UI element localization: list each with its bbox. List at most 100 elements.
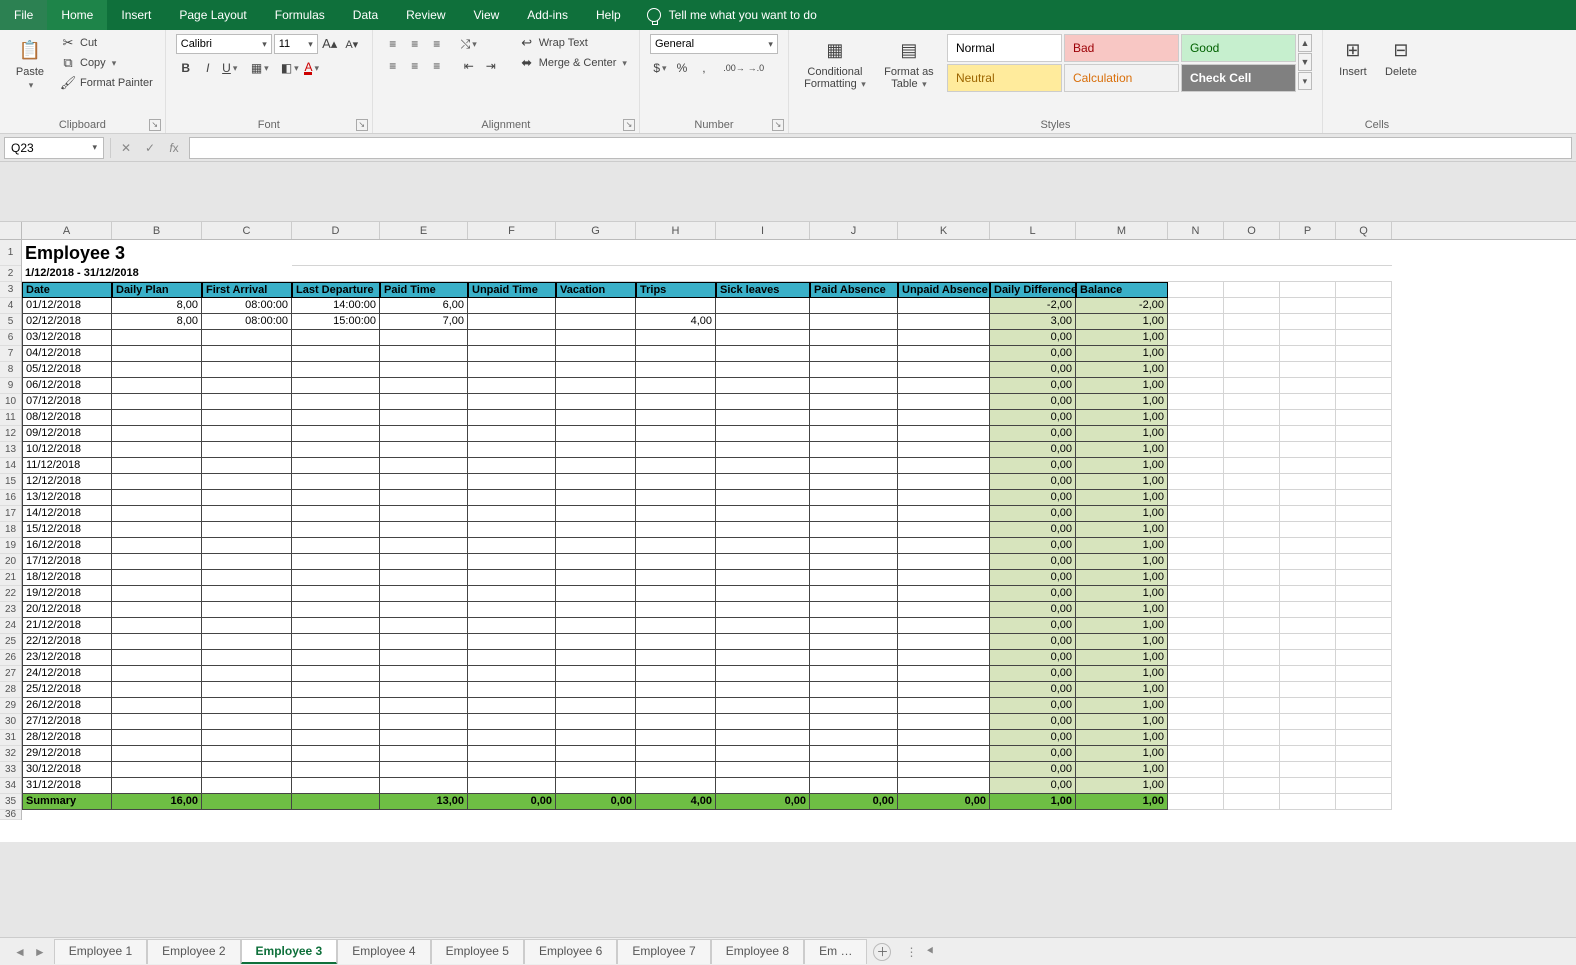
cell[interactable]	[1168, 240, 1224, 266]
delete-cells-button[interactable]: ⊟Delete	[1381, 34, 1421, 80]
cell[interactable]	[292, 410, 380, 426]
cell[interactable]	[468, 346, 556, 362]
cell[interactable]	[380, 426, 468, 442]
cell[interactable]	[1224, 538, 1280, 554]
align-top-button[interactable]: ≡	[383, 34, 403, 54]
cell[interactable]	[380, 442, 468, 458]
cell[interactable]	[468, 618, 556, 634]
cell[interactable]	[202, 586, 292, 602]
cell[interactable]: 0,00	[990, 522, 1076, 538]
cell[interactable]: 0,00	[990, 362, 1076, 378]
cell[interactable]	[810, 240, 898, 266]
cell[interactable]	[990, 240, 1076, 266]
cell[interactable]	[636, 426, 716, 442]
cell[interactable]	[292, 240, 380, 266]
cell[interactable]: 20/12/2018	[22, 602, 112, 618]
cell[interactable]: 01/12/2018	[22, 298, 112, 314]
cell[interactable]: 1,00	[1076, 778, 1168, 794]
cell[interactable]	[1168, 762, 1224, 778]
cell[interactable]	[112, 714, 202, 730]
cell[interactable]	[810, 666, 898, 682]
cell[interactable]	[1224, 778, 1280, 794]
cell[interactable]	[1168, 474, 1224, 490]
cell[interactable]	[1336, 618, 1392, 634]
cell[interactable]	[1224, 586, 1280, 602]
cell[interactable]	[1168, 602, 1224, 618]
cell[interactable]	[1336, 586, 1392, 602]
cell[interactable]	[1224, 378, 1280, 394]
cell[interactable]	[1168, 666, 1224, 682]
cell[interactable]	[468, 458, 556, 474]
cell[interactable]	[112, 538, 202, 554]
cell[interactable]	[898, 746, 990, 762]
cell[interactable]: 0,00	[990, 330, 1076, 346]
cell[interactable]: 0,00	[990, 762, 1076, 778]
cell[interactable]	[810, 650, 898, 666]
cell[interactable]	[556, 666, 636, 682]
cell[interactable]	[636, 538, 716, 554]
cell[interactable]	[716, 602, 810, 618]
cell[interactable]	[810, 394, 898, 410]
font-size-combo[interactable]: 11▾	[274, 34, 318, 54]
cell[interactable]	[468, 394, 556, 410]
cell[interactable]	[1336, 794, 1392, 810]
col-header-I[interactable]: I	[716, 222, 810, 239]
cell[interactable]: 1,00	[1076, 522, 1168, 538]
row-header-12[interactable]: 12	[0, 426, 21, 442]
cell[interactable]	[1280, 634, 1336, 650]
cell[interactable]	[1336, 490, 1392, 506]
cell[interactable]	[1336, 426, 1392, 442]
cell[interactable]	[810, 314, 898, 330]
cell[interactable]: 0,00	[990, 682, 1076, 698]
cell[interactable]: 14/12/2018	[22, 506, 112, 522]
row-header-22[interactable]: 22	[0, 586, 21, 602]
cell[interactable]	[292, 506, 380, 522]
cell[interactable]	[468, 746, 556, 762]
cell[interactable]	[1336, 282, 1392, 298]
cell[interactable]	[556, 298, 636, 314]
cell[interactable]	[636, 522, 716, 538]
cell[interactable]	[716, 314, 810, 330]
cell[interactable]	[1280, 458, 1336, 474]
cell[interactable]	[716, 522, 810, 538]
cell[interactable]	[1224, 650, 1280, 666]
row-header-15[interactable]: 15	[0, 474, 21, 490]
font-name-combo[interactable]: Calibri▾	[176, 34, 272, 54]
cell[interactable]	[1168, 730, 1224, 746]
cell[interactable]	[556, 730, 636, 746]
col-header-N[interactable]: N	[1168, 222, 1224, 239]
row-header-14[interactable]: 14	[0, 458, 21, 474]
cell[interactable]	[1336, 730, 1392, 746]
cell[interactable]	[1224, 458, 1280, 474]
cell[interactable]	[468, 570, 556, 586]
align-center-button[interactable]: ≡	[405, 56, 425, 76]
cell[interactable]	[636, 458, 716, 474]
cell[interactable]	[202, 506, 292, 522]
row-header-6[interactable]: 6	[0, 330, 21, 346]
cell[interactable]: 0,00	[990, 426, 1076, 442]
cell[interactable]: 16,00	[112, 794, 202, 810]
cell[interactable]: 8,00	[112, 298, 202, 314]
cell[interactable]	[1168, 650, 1224, 666]
style-neutral[interactable]: Neutral	[947, 64, 1062, 92]
col-header-P[interactable]: P	[1280, 222, 1336, 239]
col-header-E[interactable]: E	[380, 222, 468, 239]
cell[interactable]: 1,00	[1076, 634, 1168, 650]
menu-tab-data[interactable]: Data	[339, 0, 392, 30]
cell[interactable]	[202, 682, 292, 698]
cell[interactable]	[292, 730, 380, 746]
cell[interactable]	[1280, 714, 1336, 730]
cell[interactable]	[380, 650, 468, 666]
cell[interactable]	[556, 378, 636, 394]
cell[interactable]	[556, 682, 636, 698]
cell[interactable]	[292, 666, 380, 682]
cell[interactable]	[716, 538, 810, 554]
cell[interactable]: 0,00	[990, 714, 1076, 730]
cell[interactable]: 0,00	[990, 778, 1076, 794]
cell[interactable]	[1336, 666, 1392, 682]
row-header-30[interactable]: 30	[0, 714, 21, 730]
cell[interactable]: Vacation	[556, 282, 636, 298]
cell[interactable]	[468, 442, 556, 458]
cell[interactable]	[636, 554, 716, 570]
cell[interactable]: 19/12/2018	[22, 586, 112, 602]
